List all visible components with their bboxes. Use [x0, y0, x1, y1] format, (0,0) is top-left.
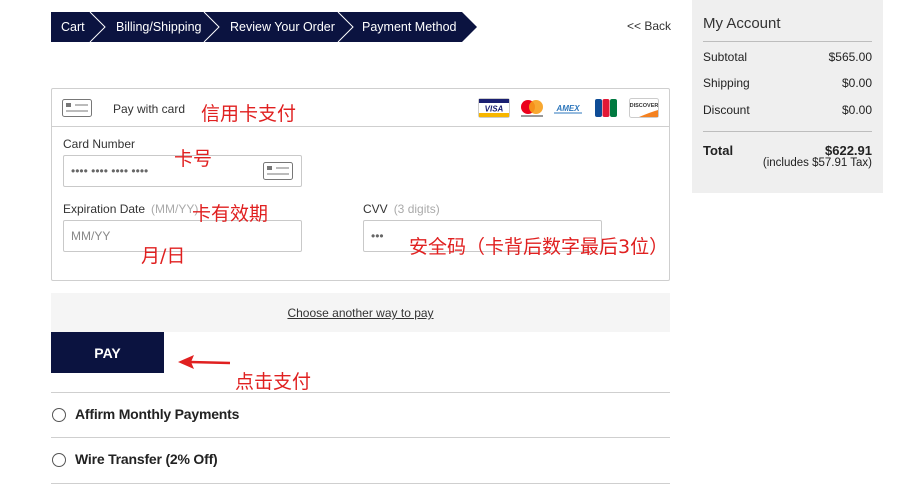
breadcrumb: Cart Billing/Shipping Review Your Order … [51, 12, 481, 42]
card-number-card-icon [263, 162, 293, 180]
cvv-hint: (3 digits) [393, 202, 440, 216]
discover-logo-text: DISCOVER [630, 103, 659, 109]
visa-logo-text: VISA [485, 105, 504, 114]
discount-value: $0.00 [841, 103, 872, 117]
annotation-pay-with-card: 信用卡支付 [201, 103, 297, 125]
breadcrumb-step-payment: Payment Method [362, 20, 457, 34]
expiration-label: Expiration Date (MM/YY) [63, 202, 198, 216]
choose-another-way-link[interactable]: Choose another way to pay [287, 306, 433, 320]
payment-option-affirm-label: Affirm Monthly Payments [75, 406, 240, 422]
back-link[interactable]: << Back [627, 19, 671, 33]
annotation-arrow-icon [178, 355, 231, 369]
cvv-label-text: CVV [363, 202, 388, 216]
card-number-value: •••• •••• •••• •••• [71, 164, 149, 178]
cvv-label: CVV (3 digits) [363, 202, 440, 216]
annotation-click-pay: 点击支付 [235, 371, 312, 393]
total-value: $622.91 [825, 143, 872, 158]
annotation-cvv: 安全码（卡背后数字最后3位） [409, 236, 669, 258]
breadcrumb-step-review[interactable]: Review Your Order [230, 12, 335, 42]
jcb-logo [595, 99, 617, 117]
radio-affirm[interactable] [52, 408, 66, 422]
card-form-header[interactable]: Pay with card VISA AMEX DISCOVER [52, 89, 669, 127]
expiration-label-text: Expiration Date [63, 202, 146, 216]
total-label: Total [703, 143, 734, 158]
payment-option-wire[interactable]: Wire Transfer (2% Off) [51, 438, 670, 482]
account-divider [703, 131, 872, 132]
cvv-value: ••• [371, 229, 384, 243]
breadcrumb-step-billing[interactable]: Billing/Shipping [116, 12, 201, 42]
card-number-label: Card Number [63, 137, 136, 151]
payment-option-wire-label: Wire Transfer (2% Off) [75, 451, 218, 467]
another-way-bar: Choose another way to pay [51, 293, 670, 332]
amex-logo: AMEX [554, 104, 582, 114]
annotation-card-number: 卡号 [174, 148, 213, 170]
annotation-month-day: 月/日 [141, 245, 186, 267]
divider [51, 483, 670, 484]
pay-button[interactable]: PAY [51, 332, 164, 373]
credit-card-icon [62, 99, 92, 117]
discount-label: Discount [703, 103, 750, 117]
shipping-label: Shipping [703, 76, 750, 90]
visa-logo: VISA [478, 98, 510, 118]
subtotal-label: Subtotal [703, 50, 748, 64]
annotation-expiration: 卡有效期 [192, 203, 269, 225]
shipping-value: $0.00 [841, 76, 872, 90]
payment-option-affirm[interactable]: Affirm Monthly Payments [51, 393, 670, 437]
amex-logo-text: AMEX [555, 104, 580, 113]
account-divider [703, 41, 872, 42]
expiration-placeholder: MM/YY [71, 229, 111, 243]
subtotal-value: $565.00 [828, 50, 872, 64]
total-tax-note: (includes $57.91 Tax) [762, 157, 872, 169]
discover-logo: DISCOVER [629, 98, 659, 118]
radio-wire-transfer[interactable] [52, 453, 66, 467]
account-title: My Account [703, 15, 781, 32]
breadcrumb-step-cart[interactable]: Cart [61, 12, 85, 42]
pay-with-card-label: Pay with card [113, 102, 186, 116]
account-summary: My Account Subtotal $565.00 Shipping $0.… [692, 0, 883, 193]
mastercard-logo [521, 100, 543, 117]
